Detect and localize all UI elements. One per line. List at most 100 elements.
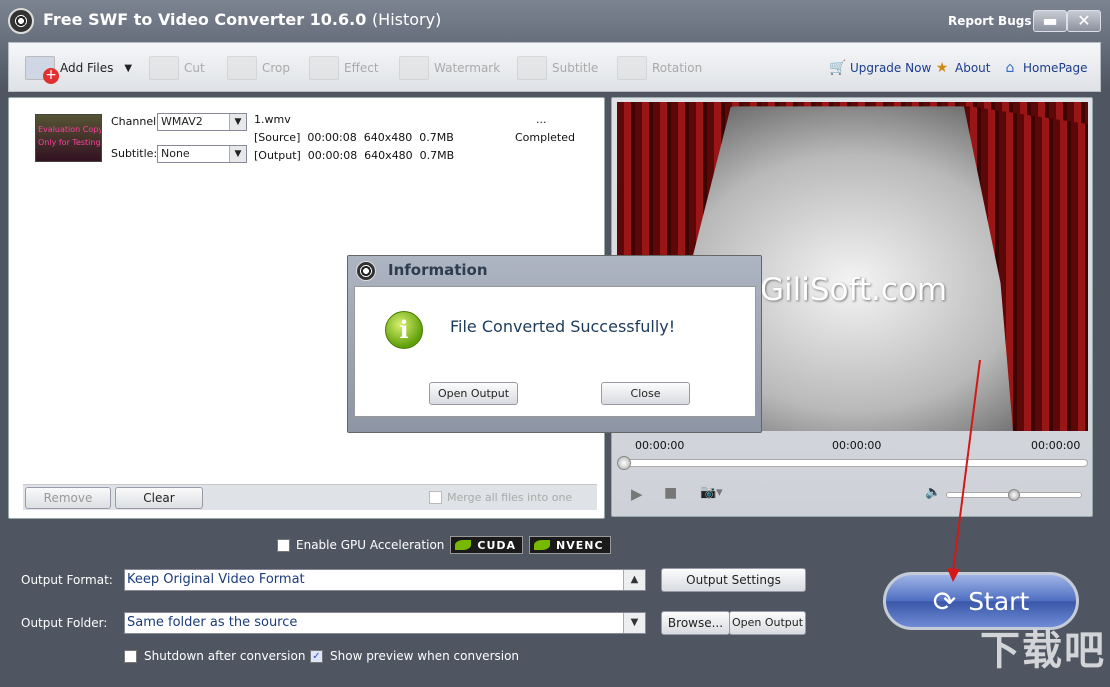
show-preview-checkbox[interactable]: ✓ Show preview when conversion [310,649,519,663]
subtitle-value: None [161,147,190,160]
chevron-down-icon: ▼ [229,146,246,162]
subtitle-label: Subtitle: [111,147,158,160]
medal-icon: ★ [935,60,949,76]
checkbox-box [429,491,442,504]
start-label: Start [968,586,1030,616]
show-preview-label: Show preview when conversion [330,649,520,663]
curtain-right [963,102,1088,431]
subtitle-label: Subtitle [552,61,599,75]
rotation-button[interactable]: Rotation [617,56,703,80]
remove-button[interactable]: Remove [25,487,111,509]
total-time: 00:00:00 [1031,439,1081,452]
open-output-button[interactable]: Open Output [729,611,806,635]
dialog-body: i File Converted Successfully! Open Outp… [354,286,756,417]
shutdown-checkbox[interactable]: Shutdown after conversion [124,649,305,663]
refresh-icon: ⟳ [932,584,957,618]
film-reel-icon [8,8,34,34]
camera-icon[interactable]: 📷▾ [700,485,723,500]
dialog-title: Information [388,261,488,279]
seek-handle[interactable] [617,456,631,470]
about-link[interactable]: ★ About [934,57,991,79]
clear-button[interactable]: Clear [115,487,203,509]
watermark-icon [399,56,429,80]
dialog-open-output-button[interactable]: Open Output [429,382,518,405]
nvenc-badge: NVENC [529,536,611,554]
scissors-icon [149,56,179,80]
thumbnail-text: Only for Testing [38,138,101,147]
minimize-button[interactable]: ▬ [1033,10,1067,32]
seek-bar[interactable] [617,456,1088,470]
output-format-value: Keep Original Video Format [127,572,305,587]
toolbar: + Add Files ▼ Cut Crop Effect Watermark … [8,42,1101,92]
dialog-close-button[interactable]: Close [601,382,690,405]
video-thumbnail: Evaluation Copy Only for Testing [35,114,102,162]
rotation-icon [617,56,647,80]
upgrade-now-link[interactable]: 🛒 Upgrade Now [829,57,931,79]
volume-icon[interactable]: 🔈 [925,485,941,500]
gpu-acceleration-checkbox[interactable]: Enable GPU Acceleration CUDA NVENC [277,536,611,554]
window-title: Free SWF to Video Converter 10.6.0 (Hist… [43,10,442,29]
effect-button[interactable]: Effect [309,56,379,80]
list-button-bar: Remove Clear Merge all files into one [23,484,597,510]
conversion-status: Completed [515,131,575,144]
subtitle-button[interactable]: Subtitle [517,56,599,80]
cuda-badge: CUDA [450,536,524,554]
effect-icon [309,56,339,80]
crop-button[interactable]: Crop [227,56,290,80]
output-folder-value: Same folder as the source [127,615,298,630]
add-files-label: Add Files [60,61,114,75]
add-files-button[interactable]: + Add Files ▼ [25,56,132,84]
add-file-icon: + [25,56,59,84]
report-bugs-link[interactable]: Report Bugs [948,14,1031,28]
home-icon: ⌂ [1005,60,1015,76]
app-window: Free SWF to Video Converter 10.6.0 (Hist… [0,0,1110,687]
thumbnail-text: Evaluation Copy [38,125,102,134]
output-folder-label: Output Folder: [21,616,108,630]
cut-button[interactable]: Cut [149,56,205,80]
volume-slider[interactable] [946,489,1082,501]
channel-select[interactable]: WMAV2 ▼ [157,113,247,131]
crop-icon [227,56,257,80]
play-icon[interactable]: ▶ [631,485,643,503]
cut-label: Cut [184,61,205,75]
volume-handle[interactable] [1008,489,1020,501]
upgrade-label: Upgrade Now [850,61,932,75]
checkbox-box [124,649,137,663]
channel-value: WMAV2 [161,115,203,128]
cart-icon: 🛒 [829,60,847,76]
chevron-down-icon: ▼ [229,114,246,130]
file-name: 1.wmv [254,113,291,126]
rotation-label: Rotation [652,61,703,75]
browse-button[interactable]: Browse... [661,611,730,635]
output-settings-button[interactable]: Output Settings [661,568,806,592]
dropdown-arrow-icon[interactable]: ▼ [124,63,132,74]
output-format-select[interactable]: Keep Original Video Format ▲ [124,569,646,591]
output-folder-select[interactable]: Same folder as the source ▼ [124,612,646,634]
current-time: 00:00:00 [635,439,685,452]
merge-checkbox[interactable]: Merge all files into one [429,491,572,504]
site-watermark: 下载吧 [980,628,1106,674]
mid-time: 00:00:00 [832,439,882,452]
preview-watermark: GiliSoft.com [760,272,948,308]
info-icon: i [385,311,423,349]
shutdown-label: Shutdown after conversion [144,649,306,663]
close-window-button[interactable]: ✕ [1067,10,1101,32]
output-info: [Output] 00:00:08 640x480 0.7MB [254,149,455,162]
dialog-message: File Converted Successfully! [450,317,676,336]
title-bar: Free SWF to Video Converter 10.6.0 (Hist… [0,0,1110,42]
homepage-link[interactable]: ⌂ HomePage [1002,57,1088,79]
stop-icon[interactable]: ■ [664,485,677,501]
subtitle-select[interactable]: None ▼ [157,145,247,163]
merge-label: Merge all files into one [447,491,573,504]
information-dialog: Information i File Converted Successfull… [347,255,762,433]
effect-label: Effect [344,61,379,75]
film-reel-icon [356,261,376,281]
checkbox-box [277,538,290,552]
checkbox-checked-icon: ✓ [310,649,323,663]
chevron-down-icon: ▼ [623,613,645,633]
source-info: [Source] 00:00:08 640x480 0.7MB [254,131,454,144]
channel-label: Channel: [111,115,160,128]
more-options[interactable]: ... [536,113,547,126]
watermark-label: Watermark [434,61,501,75]
watermark-button[interactable]: Watermark [399,56,501,80]
